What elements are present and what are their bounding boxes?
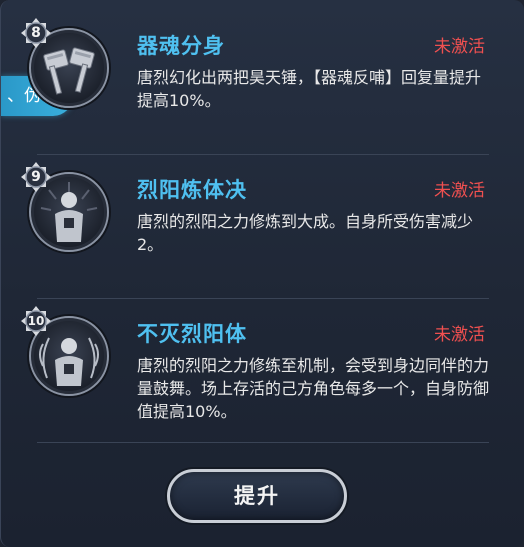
skill-panel: 、伪装 8 器魂分身 未激活 唐烈幻化出两把昊天锤，【器魂反哺】回复量提升提高1… (0, 0, 524, 547)
divider (37, 298, 489, 299)
level-badge: 9 (21, 162, 51, 192)
level-badge: 10 (21, 306, 51, 336)
skill-item-10[interactable]: 10 不灭烈阳体 未激活 唐烈的烈阳之力修练至机制，会受到身边同伴的力量鼓舞。场… (21, 304, 491, 434)
skill-status: 未激活 (434, 325, 485, 345)
skill-status: 未激活 (434, 37, 485, 57)
skill-item-8[interactable]: 8 器魂分身 未激活 唐烈幻化出两把昊天锤，【器魂反哺】回复量提升提高10%。 (21, 16, 491, 146)
skill-item-9[interactable]: 9 烈阳炼体决 未激活 唐烈的烈阳之力修炼到大成。自身所受伤害减少2。 (21, 160, 491, 290)
skill-status: 未激活 (434, 181, 485, 201)
skill-description: 唐烈的烈阳之力修练至机制，会受到身边同伴的力量鼓舞。场上存活的己方角色每多一个，… (137, 356, 490, 421)
skill-name: 烈阳炼体决 (137, 178, 247, 202)
skill-description: 唐烈幻化出两把昊天锤，【器魂反哺】回复量提升提高10%。 (137, 68, 482, 110)
skill-description: 唐烈的烈阳之力修炼到大成。自身所受伤害减少2。 (137, 212, 474, 254)
skill-name: 不灭烈阳体 (137, 322, 247, 346)
divider (37, 154, 489, 155)
level-badge: 8 (21, 18, 51, 48)
upgrade-button[interactable]: 提升 (167, 469, 347, 523)
divider (37, 442, 489, 443)
skill-name: 器魂分身 (137, 34, 225, 58)
